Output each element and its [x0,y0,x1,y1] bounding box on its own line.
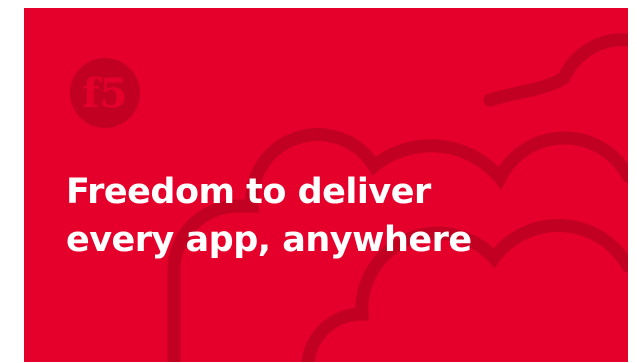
hero-banner: f5 Freedom to deliver every app, anywher… [24,8,628,362]
page-frame: f5 Freedom to deliver every app, anywher… [0,0,637,363]
headline-line-2: every app, anywhere [66,220,472,260]
svg-text:f5: f5 [82,70,127,117]
headline: Freedom to deliver every app, anywhere [66,168,472,264]
headline-line-1: Freedom to deliver [66,172,431,212]
f5-logo-icon: f5 [70,58,140,128]
